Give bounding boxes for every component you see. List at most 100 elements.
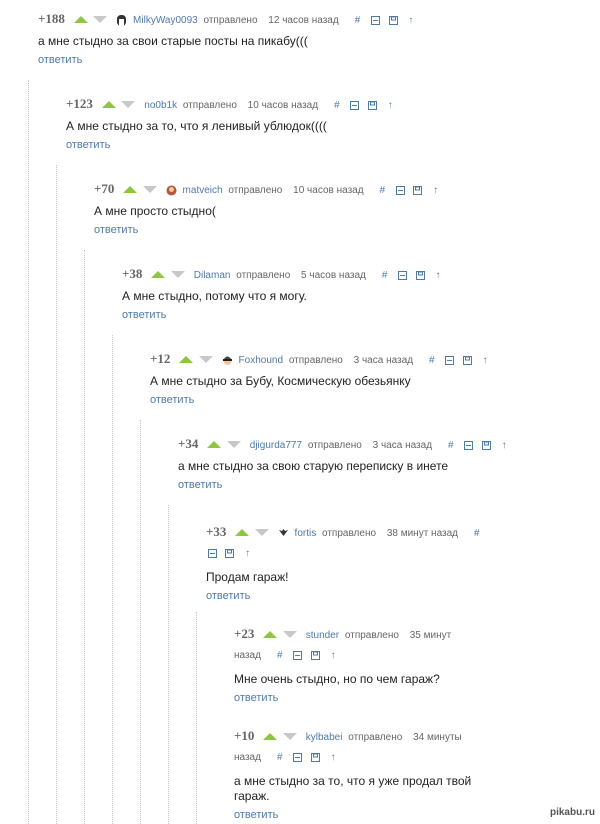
hash-link-icon[interactable]: # — [331, 99, 343, 113]
save-icon[interactable] — [309, 646, 321, 666]
vote-down-icon[interactable] — [142, 185, 157, 193]
save-icon[interactable] — [461, 354, 473, 368]
hash-link-icon[interactable]: # — [445, 439, 457, 453]
comment-tools: # ↑ — [331, 100, 399, 111]
vote-down-icon[interactable] — [170, 270, 185, 278]
collapse-icon[interactable] — [394, 184, 406, 198]
username-link[interactable]: Foxhound — [239, 355, 283, 366]
collapse-icon[interactable] — [369, 14, 381, 28]
vote-down-icon[interactable] — [226, 440, 241, 448]
parent-arrow-icon[interactable]: ↑ — [405, 14, 417, 28]
comment-header: +70 matveich отправлено 10 часов назад #… — [94, 182, 578, 198]
parent-arrow-icon[interactable]: ↑ — [498, 439, 510, 453]
comment-text: а мне стыдно за то, что я уже продал тво… — [234, 774, 472, 803]
comment-text: А мне стыдно за то, что я ленивый ублюдо… — [66, 119, 327, 133]
comment: +38 Dilaman отправлено 5 часов назад # ↑… — [122, 266, 578, 322]
comment-tools: # ↑ — [274, 650, 342, 661]
collapse-icon[interactable] — [292, 748, 304, 768]
thread-guide — [56, 165, 58, 824]
username-link[interactable]: fortis — [295, 528, 317, 539]
collapse-icon[interactable] — [396, 269, 408, 283]
vote-up-icon[interactable] — [151, 270, 166, 278]
vote-up-icon[interactable] — [73, 15, 88, 23]
comment: +12 Foxhound отправлено 3 часа назад # ↑… — [150, 352, 578, 407]
reply-link[interactable]: ответить — [66, 139, 578, 151]
sent-label: отправлено — [182, 100, 237, 111]
comment-header: +34 djigurda777 отправлено 3 часа назад … — [178, 437, 578, 453]
vote-up-icon[interactable] — [207, 440, 222, 448]
comment-tools: # ↑ — [274, 752, 342, 763]
comment-tools: # ↑ — [376, 185, 444, 196]
hash-link-icon[interactable]: # — [274, 646, 286, 666]
parent-arrow-icon[interactable]: ↑ — [327, 748, 339, 768]
parent-arrow-icon[interactable]: ↑ — [430, 184, 442, 198]
comment-time: 3 часа назад — [372, 440, 433, 451]
comment-time: 10 часов назад — [293, 185, 364, 196]
parent-arrow-icon[interactable]: ↑ — [384, 99, 396, 113]
vote-down-icon[interactable] — [93, 15, 108, 23]
hash-link-icon[interactable]: # — [426, 354, 438, 368]
vote-up-icon[interactable] — [263, 630, 278, 638]
vote-down-icon[interactable] — [198, 355, 213, 363]
save-icon[interactable] — [412, 184, 424, 198]
save-icon[interactable] — [387, 14, 399, 28]
sent-label: отправлено — [228, 185, 283, 196]
save-icon[interactable] — [366, 99, 378, 113]
save-icon[interactable] — [309, 748, 321, 768]
vote-up-icon[interactable] — [101, 100, 116, 108]
hash-link-icon[interactable]: # — [379, 269, 391, 283]
collapse-icon[interactable] — [292, 646, 304, 666]
hash-link-icon[interactable]: # — [351, 14, 363, 28]
collapse-icon[interactable] — [349, 99, 361, 113]
vote-up-icon[interactable] — [179, 355, 194, 363]
hash-link-icon[interactable]: # — [471, 524, 483, 544]
avatar-icon — [278, 528, 288, 536]
username-link[interactable]: Dilaman — [194, 270, 231, 281]
vote-down-icon[interactable] — [254, 528, 269, 536]
comment-thread: +188 MilkyWay0093 отправлено 12 часов на… — [0, 0, 600, 824]
comment-header: +33 fortis отправлено 38 минут назад # ↑ — [206, 522, 488, 564]
vote-down-icon[interactable] — [282, 732, 297, 740]
collapse-icon[interactable] — [463, 439, 475, 453]
collapse-icon[interactable] — [206, 544, 218, 564]
reply-link[interactable]: ответить — [206, 590, 488, 602]
username-link[interactable]: no0b1k — [144, 100, 177, 111]
username-link[interactable]: kylbabei — [306, 732, 343, 743]
reply-link[interactable]: ответить — [94, 224, 578, 236]
reply-link[interactable]: ответить — [150, 394, 578, 406]
save-icon[interactable] — [414, 269, 426, 283]
parent-arrow-icon[interactable]: ↑ — [242, 544, 254, 564]
vote-up-icon[interactable] — [263, 732, 278, 740]
username-link[interactable]: stunder — [306, 630, 339, 641]
parent-arrow-icon[interactable]: ↑ — [432, 269, 444, 283]
reply-link[interactable]: ответить — [178, 479, 578, 491]
vote-up-icon[interactable] — [123, 185, 138, 193]
reply-link[interactable]: ответить — [234, 692, 484, 704]
sent-label: отправлено — [236, 270, 291, 281]
collapse-icon[interactable] — [444, 354, 456, 368]
avatar-icon — [222, 356, 232, 365]
save-icon[interactable] — [224, 544, 236, 564]
reply-link[interactable]: ответить — [234, 809, 484, 821]
comment-score: +70 — [94, 181, 115, 196]
sent-label: отправлено — [203, 15, 258, 26]
reply-link[interactable]: ответить — [122, 309, 578, 321]
reply-link[interactable]: ответить — [38, 54, 578, 66]
comment-tools: # ↑ — [426, 355, 494, 366]
vote-up-icon[interactable] — [235, 528, 250, 536]
comment-header: +123 no0b1k отправлено 10 часов назад # … — [66, 97, 578, 113]
comment: +123 no0b1k отправлено 10 часов назад # … — [66, 97, 578, 152]
comment-header: +23 stunder отправлено 35 минут назад # … — [234, 624, 484, 666]
username-link[interactable]: djigurda777 — [250, 440, 302, 451]
hash-link-icon[interactable]: # — [274, 748, 286, 768]
comment-text: А мне стыдно за Бубу, Космическую обезья… — [150, 374, 411, 388]
hash-link-icon[interactable]: # — [376, 184, 388, 198]
username-link[interactable]: MilkyWay0093 — [133, 15, 198, 26]
save-icon[interactable] — [480, 439, 492, 453]
parent-arrow-icon[interactable]: ↑ — [479, 354, 491, 368]
vote-down-icon[interactable] — [121, 100, 136, 108]
vote-down-icon[interactable] — [282, 630, 297, 638]
username-link[interactable]: matveich — [183, 185, 223, 196]
parent-arrow-icon[interactable]: ↑ — [327, 646, 339, 666]
comment-score: +38 — [122, 266, 143, 281]
